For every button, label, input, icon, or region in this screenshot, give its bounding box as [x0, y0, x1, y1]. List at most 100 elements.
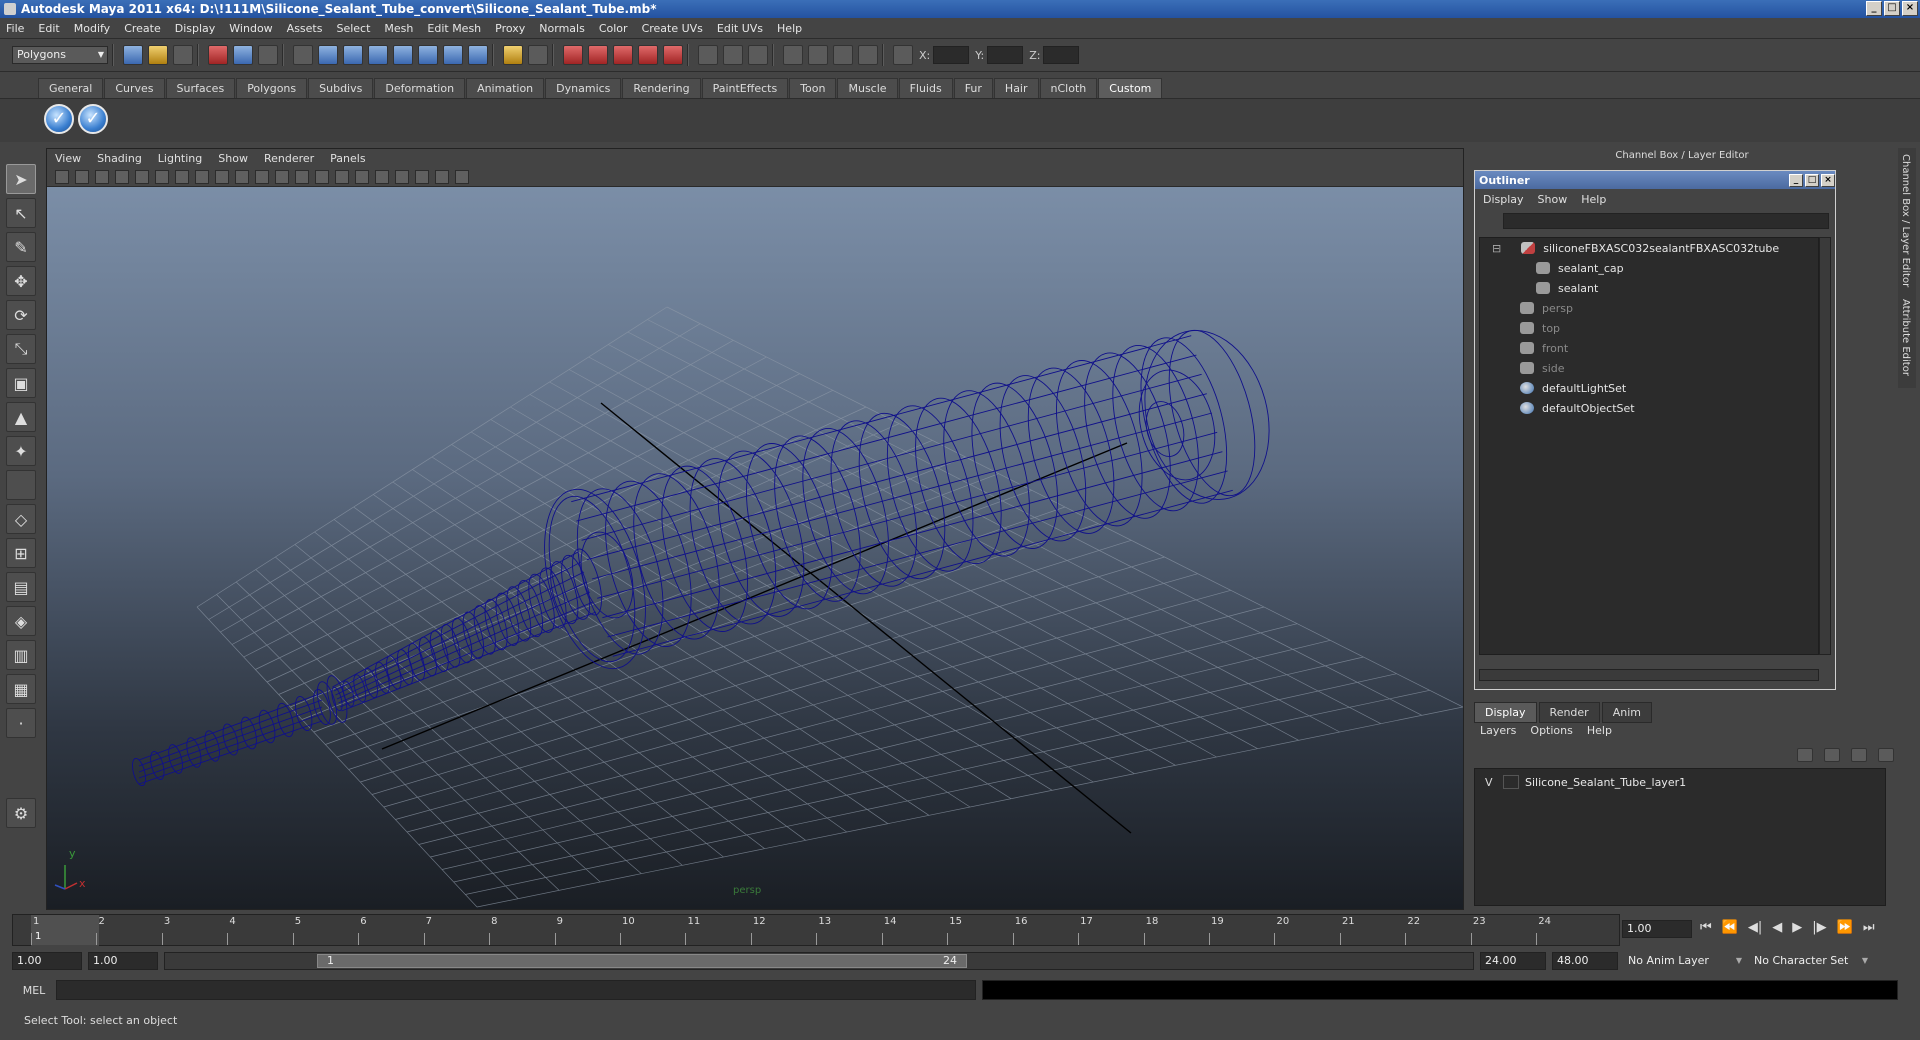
default-material-icon[interactable] [355, 169, 369, 184]
show-manipulator-icon[interactable]: ✦ [6, 436, 36, 466]
collapse-icon[interactable]: ⊟ [1492, 242, 1501, 255]
viewport-menu-view[interactable]: View [55, 152, 81, 165]
outliner-item[interactable]: sealant_cap [1480, 258, 1818, 278]
frame-all-icon[interactable] [435, 169, 449, 184]
layer-visibility-toggle[interactable]: V [1485, 776, 1503, 789]
paint-select-tool-icon[interactable]: ✎ [6, 232, 36, 262]
minimize-button[interactable]: _ [1866, 1, 1882, 16]
persp-outliner-layout-icon[interactable]: ▤ [6, 572, 36, 602]
shelf-tab-fluids[interactable]: Fluids [898, 78, 953, 98]
anim-layer-dropdown[interactable]: No Anim Layer [1624, 952, 1744, 970]
custom-shelf-check-icon-2[interactable]: ✓ [78, 104, 108, 134]
outliner-item[interactable]: top [1480, 318, 1818, 338]
outliner-item[interactable]: defaultObjectSet [1480, 398, 1818, 418]
image-plane-icon[interactable] [115, 169, 129, 184]
play-backwards-icon[interactable]: ◀ [1772, 920, 1782, 935]
hypershade-icon[interactable] [638, 45, 658, 65]
select-by-component-icon[interactable] [258, 45, 278, 65]
select-icon[interactable] [723, 45, 743, 65]
shelf-tab-animation[interactable]: Animation [466, 78, 545, 98]
shadows-icon[interactable] [255, 169, 269, 184]
select-by-hierarchy-icon[interactable] [208, 45, 228, 65]
lasso-tool-icon[interactable]: ↖ [6, 198, 36, 228]
xray-icon[interactable] [275, 169, 289, 184]
camera-attributes-icon[interactable] [783, 45, 803, 65]
shelf-tab-curves[interactable]: Curves [104, 78, 165, 98]
shelf-tab-ncloth[interactable]: nCloth [1039, 78, 1098, 98]
outliner-item[interactable]: side [1480, 358, 1818, 378]
select-camera-icon[interactable] [55, 169, 69, 184]
make-live-icon[interactable] [418, 45, 438, 65]
menu-create-uvs[interactable]: Create UVs [642, 22, 703, 35]
menu-color[interactable]: Color [599, 22, 628, 35]
menu-normals[interactable]: Normals [539, 22, 585, 35]
layer-tab-render[interactable]: Render [1538, 702, 1600, 723]
construction-history-icon[interactable] [503, 45, 523, 65]
time-slider[interactable]: 1 2 3 4 5 6 7 8 9 10 11 12 13 14 15 16 17 18 19 20 21 22 23 24 1 [12, 914, 1620, 946]
viewport-menu-show[interactable]: Show [218, 152, 248, 165]
last-tool-icon[interactable] [6, 470, 36, 500]
outliner-item[interactable]: front [1480, 338, 1818, 358]
outliner-vertical-scrollbar[interactable] [1819, 237, 1831, 655]
outliner-menu-show[interactable]: Show [1538, 193, 1568, 206]
x-field[interactable] [933, 46, 970, 64]
select-by-object-icon[interactable] [233, 45, 253, 65]
step-forward-key-icon[interactable]: ⏩ [1837, 920, 1853, 935]
isolate-select-icon[interactable] [295, 169, 309, 184]
shelf-tab-subdivs[interactable]: Subdivs [308, 78, 374, 98]
camera-grid-icon[interactable] [858, 45, 878, 65]
menu-create[interactable]: Create [124, 22, 161, 35]
input-line-icon[interactable] [698, 45, 718, 65]
persp-graph-layout-icon[interactable]: ◈ [6, 606, 36, 636]
menu-modify[interactable]: Modify [74, 22, 110, 35]
shelf-tab-custom[interactable]: Custom [1098, 78, 1163, 98]
outliner-close-button[interactable]: × [1821, 173, 1835, 187]
attribute-editor-side-tab[interactable]: Attribute Editor [1898, 293, 1913, 382]
new-layer-icon[interactable] [1797, 748, 1813, 762]
menu-edit[interactable]: Edit [38, 22, 59, 35]
snap-point-icon[interactable] [368, 45, 388, 65]
y-field[interactable] [987, 46, 1024, 64]
shelf-tab-rendering[interactable]: Rendering [622, 78, 701, 98]
hypershade-layout-icon[interactable]: ▥ [6, 640, 36, 670]
camera-ortho-icon[interactable] [808, 45, 828, 65]
help-icon[interactable] [468, 45, 488, 65]
ipr-render-icon[interactable] [588, 45, 608, 65]
grid-toggle-icon[interactable] [315, 169, 329, 184]
wireframe-on-shaded-icon[interactable] [395, 169, 409, 184]
persp-uv-layout-icon[interactable]: ▦ [6, 674, 36, 704]
new-scene-icon[interactable] [123, 45, 143, 65]
isolate-icon[interactable] [415, 169, 429, 184]
viewport-menu-panels[interactable]: Panels [330, 152, 365, 165]
outliner-menu-help[interactable]: Help [1581, 193, 1606, 206]
menu-assets[interactable]: Assets [287, 22, 323, 35]
toolbox-more-icon[interactable]: · [6, 708, 36, 738]
layer-menu-layers[interactable]: Layers [1480, 724, 1516, 737]
range-slider[interactable]: 1 24 [164, 952, 1474, 970]
play-forwards-icon[interactable]: ▶ [1792, 920, 1802, 935]
outliner-horizontal-scrollbar[interactable] [1479, 669, 1819, 681]
select-mask-icon[interactable] [293, 45, 313, 65]
single-perspective-layout-icon[interactable]: ◇ [6, 504, 36, 534]
menu-mesh[interactable]: Mesh [384, 22, 413, 35]
viewport-menu-shading[interactable]: Shading [97, 152, 142, 165]
go-to-end-icon[interactable]: ⏭ [1863, 920, 1875, 935]
shelf-tab-toon[interactable]: Toon [789, 78, 837, 98]
film-gate-icon[interactable] [135, 169, 149, 184]
render-view-icon[interactable] [663, 45, 683, 65]
camera-persp-icon[interactable] [833, 45, 853, 65]
outliner-item[interactable]: ⊟ siliconeFBXASC032sealantFBXASC032tube [1480, 238, 1818, 258]
outliner-item[interactable]: defaultLightSet [1480, 378, 1818, 398]
soft-modification-icon[interactable]: ▲ [6, 402, 36, 432]
open-scene-icon[interactable] [148, 45, 168, 65]
menu-edit-mesh[interactable]: Edit Mesh [427, 22, 481, 35]
layer-row[interactable]: V Silicone_Sealant_Tube_layer1 [1475, 773, 1885, 791]
layer-tab-display[interactable]: Display [1474, 702, 1537, 723]
snap-grid-icon[interactable] [318, 45, 338, 65]
go-to-start-icon[interactable]: ⏮ [1700, 920, 1712, 935]
command-language-label[interactable]: MEL [12, 984, 56, 997]
menu-window[interactable]: Window [229, 22, 272, 35]
playback-start-field[interactable]: 1.00 [88, 952, 158, 970]
menu-set-dropdown[interactable]: Polygons [12, 46, 108, 64]
animation-end-field[interactable]: 48.00 [1552, 952, 1618, 970]
